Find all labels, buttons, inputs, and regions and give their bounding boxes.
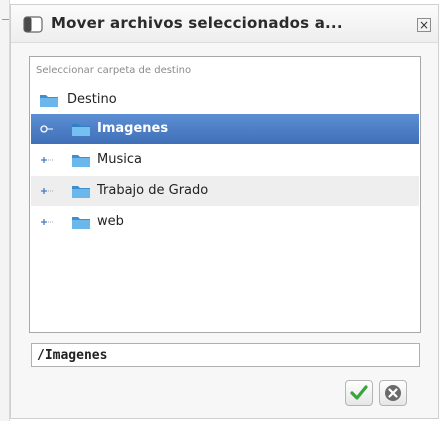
folder-icon <box>72 124 90 136</box>
close-button[interactable]: × <box>417 18 431 32</box>
tree-item-label: Trabajo de Grado <box>97 183 209 198</box>
tree-root-item[interactable]: Destino <box>31 85 419 115</box>
folder-icon <box>72 186 90 198</box>
destination-path-input[interactable] <box>31 343 420 367</box>
dialog-titlebar[interactable]: Mover archivos seleccionados a... × <box>11 5 438 43</box>
tree-item-label: Destino <box>67 92 117 107</box>
tree-item-trabajo-de-grado[interactable]: Trabajo de Grado <box>31 176 419 206</box>
folder-icon <box>40 95 58 107</box>
folder-icon <box>72 155 90 167</box>
folder-tree-panel: Seleccionar carpeta de destino Destino I… <box>29 56 421 333</box>
tree-item-web[interactable]: web <box>31 207 419 237</box>
expand-plus-icon <box>41 157 53 163</box>
cancel-icon <box>385 385 401 401</box>
dialog-title: Mover archivos seleccionados a... <box>51 14 343 32</box>
tree-item-imagenes[interactable]: Imagenes <box>31 114 419 144</box>
tree-item-musica[interactable]: Musica <box>31 145 419 175</box>
tree-item-label: Musica <box>97 152 142 167</box>
ok-button[interactable] <box>345 380 373 406</box>
background-window-edge <box>0 0 10 421</box>
expand-plus-icon <box>41 219 53 225</box>
tree-item-label: web <box>97 214 124 229</box>
cancel-button[interactable] <box>379 380 407 406</box>
tree-item-label: Imagenes <box>97 121 169 136</box>
expand-plus-icon <box>41 188 53 194</box>
checkmark-icon <box>350 385 368 400</box>
background-window-divider <box>2 19 9 20</box>
folder-icon <box>72 217 90 229</box>
move-files-icon <box>23 16 43 33</box>
panel-label: Seleccionar carpeta de destino <box>36 65 192 76</box>
move-files-dialog: Mover archivos seleccionados a... × Sele… <box>10 4 439 419</box>
tree-connector-icon <box>40 125 53 133</box>
